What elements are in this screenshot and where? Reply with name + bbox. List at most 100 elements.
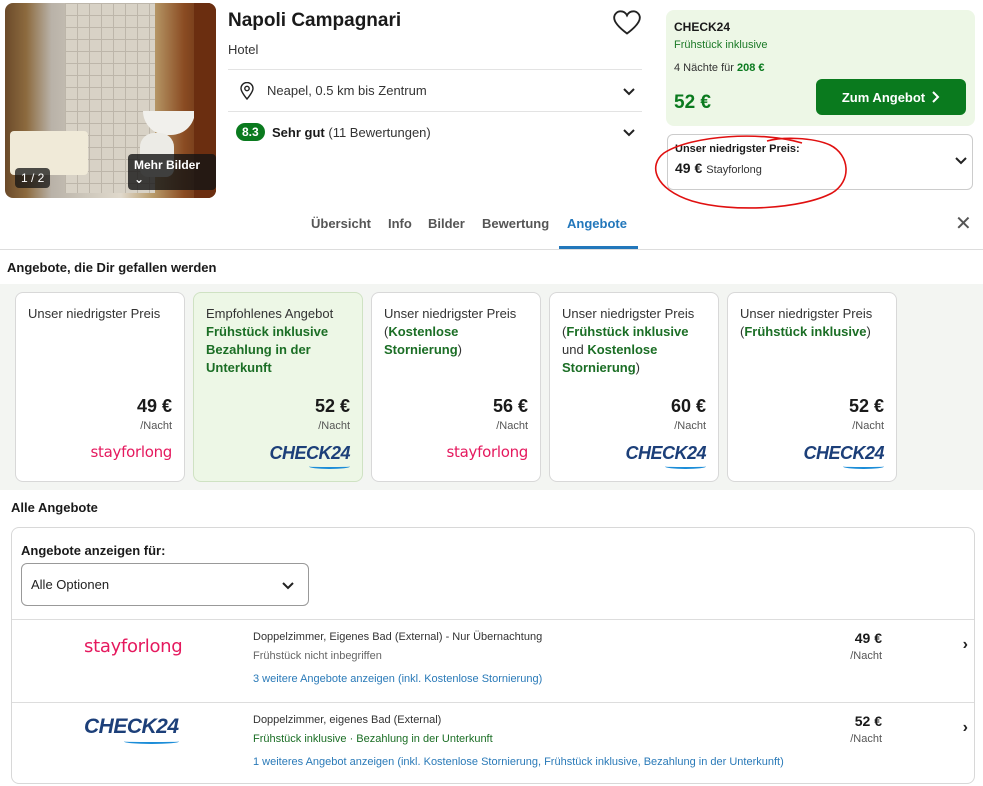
offer-row[interactable]: stayforlong Doppelzimmer, Eigenes Bad (E… (12, 619, 974, 702)
card-head: Empfohlenes Angebot (206, 306, 334, 321)
offer-card-per-night: /Nacht (496, 420, 528, 432)
tab-offers[interactable]: Angebote (567, 216, 627, 231)
deal-nights-prefix: 4 Nächte für (674, 62, 734, 74)
location-row[interactable]: Neapel, 0.5 km bis Zentrum (228, 70, 642, 112)
chevron-down-icon (955, 157, 967, 165)
stayforlong-logo: stayforlong (446, 443, 529, 461)
rating-row[interactable]: 8.3 Sehr gut (11 Bewertungen) (228, 112, 642, 154)
card-tail: ) (866, 324, 871, 339)
go-to-offer-button[interactable]: Zum Angebot (816, 79, 966, 115)
check24-logo-text: CHECK (803, 443, 865, 463)
offer-price: 52 € (854, 713, 882, 729)
check24-logo-text: CHECK (625, 443, 687, 463)
offer-card-description: Empfohlenes Angebot Frühstück inklusive … (206, 305, 356, 377)
all-offers-title: Alle Angebote (11, 500, 98, 515)
offer-room: Doppelzimmer, eigenes Bad (External) (253, 714, 442, 726)
card-mid: und (562, 342, 588, 357)
check24-logo-number: 24 (156, 715, 179, 738)
tab-info[interactable]: Info (388, 216, 412, 231)
offer-per-night: /Nacht (850, 733, 882, 745)
chevron-right-icon (932, 91, 940, 103)
offer-per-night: /Nacht (850, 650, 882, 662)
more-images-button[interactable]: Mehr Bilder ⌄ (128, 154, 216, 190)
card-tail: ) (635, 360, 641, 375)
offer-card-price: 52 € (848, 396, 884, 416)
card-highlight: Frühstück inklusive (566, 324, 689, 339)
tab-overview[interactable]: Übersicht (311, 216, 371, 231)
close-icon[interactable]: ✕ (955, 214, 972, 234)
favorite-heart-icon[interactable] (613, 10, 641, 36)
offer-meal: Frühstück nicht inbegriffen (253, 650, 382, 662)
rating-label: Sehr gut (272, 125, 325, 140)
check24-logo-text: CHECK (84, 715, 157, 738)
stayforlong-logo: stayforlong (84, 636, 183, 657)
image-counter: 1 / 2 (15, 168, 51, 188)
chevron-down-icon (282, 582, 294, 590)
chevron-right-icon[interactable]: › (963, 636, 968, 654)
offer-meal: Frühstück inklusive · Bezahlung in der U… (253, 733, 493, 745)
deal-nights: 4 Nächte für 208 € (674, 62, 765, 74)
card-highlight: Frühstück inklusive Bezahlung in der Unt… (206, 324, 329, 375)
recommended-offers-title: Angebote, die Dir gefallen werden (7, 260, 217, 275)
card-highlight: Kostenlose Stornierung (384, 324, 459, 357)
check24-logo: CHECK24 (269, 443, 351, 469)
chevron-right-icon[interactable]: › (963, 719, 968, 737)
more-offers-link[interactable]: 3 weitere Angebote anzeigen (inkl. Koste… (253, 673, 542, 685)
check24-logo-text: CHECK (269, 443, 331, 463)
card-head: Unser niedrigster Preis (28, 306, 161, 321)
offer-price: 49 € (854, 630, 882, 646)
check24-logo-number: 24 (686, 443, 707, 463)
check24-logo-number: 24 (330, 443, 351, 463)
check24-logo: CHECK24 (803, 443, 885, 469)
offer-card-price: 60 € (670, 396, 706, 416)
deal-price: 52 € (674, 92, 711, 113)
hotel-photo[interactable]: 1 / 2 Mehr Bilder ⌄ (5, 3, 216, 198)
best-deal-panel: CHECK24 Frühstück inklusive 4 Nächte für… (666, 10, 975, 126)
lowest-price-amount: 49 € (675, 160, 703, 176)
lowest-price-label: Unser niedrigster Preis: (675, 143, 800, 155)
card-highlight: Frühstück inklusive (744, 324, 867, 339)
chevron-down-icon: ⌄ (134, 172, 145, 186)
offer-row[interactable]: CHECK24 Doppelzimmer, eigenes Bad (Exter… (12, 702, 974, 785)
stayforlong-logo: stayforlong (90, 443, 173, 461)
tab-images[interactable]: Bilder (428, 216, 465, 231)
chevron-down-icon (623, 88, 635, 96)
location-pin-icon (240, 82, 254, 100)
offer-card-description: Unser niedrigster Preis (Kostenlose Stor… (384, 305, 534, 359)
offer-card[interactable]: Unser niedrigster Preis (Frühstück inklu… (727, 292, 897, 482)
offer-card-price: 56 € (492, 396, 528, 416)
card-tail: ) (457, 342, 463, 357)
rating-text: Sehr gut (11 Bewertungen) (272, 125, 431, 140)
offer-filter-value: Alle Optionen (31, 577, 110, 592)
more-images-label: Mehr Bilder (134, 158, 201, 172)
offer-card-description: Unser niedrigster Preis (Frühstück inklu… (562, 305, 712, 377)
lowest-price-provider: Stayforlong (706, 164, 762, 176)
offer-card[interactable]: Unser niedrigster Preis 49 € /Nacht stay… (15, 292, 185, 482)
chevron-down-icon (623, 129, 635, 137)
tab-bar: Übersicht Info Bilder Bewertung Angebote… (0, 200, 983, 250)
offer-card[interactable]: Unser niedrigster Preis (Frühstück inklu… (549, 292, 719, 482)
deal-provider: CHECK24 (674, 20, 731, 34)
offer-card-recommended[interactable]: Empfohlenes Angebot Frühstück inklusive … (193, 292, 363, 482)
deal-nights-total: 208 € (736, 62, 765, 74)
lowest-price-dropdown[interactable]: Unser niedrigster Preis: 49 € Stayforlong (667, 134, 973, 190)
offer-card-price: 52 € (314, 396, 350, 416)
active-tab-indicator (559, 246, 638, 249)
more-offers-link[interactable]: 1 weiteres Angebot anzeigen (inkl. Koste… (253, 756, 784, 768)
offer-card-price: 49 € (136, 396, 172, 416)
check24-logo: CHECK24 (625, 443, 707, 469)
offer-card-description: Unser niedrigster Preis (28, 305, 178, 323)
offer-card-per-night: /Nacht (140, 420, 172, 432)
location-text: Neapel, 0.5 km bis Zentrum (267, 83, 427, 98)
check24-logo-number: 24 (864, 443, 885, 463)
hotel-name: Napoli Campagnari (228, 10, 402, 31)
offer-filter-select[interactable]: Alle Optionen (21, 563, 309, 606)
offer-card-description: Unser niedrigster Preis (Frühstück inklu… (740, 305, 890, 341)
rating-count: (11 Bewertungen) (328, 125, 431, 140)
offer-room: Doppelzimmer, Eigenes Bad (External) - N… (253, 631, 543, 643)
hotel-type: Hotel (228, 42, 259, 57)
lowest-price-value: 49 € Stayforlong (675, 160, 762, 176)
offer-card[interactable]: Unser niedrigster Preis (Kostenlose Stor… (371, 292, 541, 482)
offer-card-per-night: /Nacht (674, 420, 706, 432)
tab-reviews[interactable]: Bewertung (482, 216, 549, 231)
